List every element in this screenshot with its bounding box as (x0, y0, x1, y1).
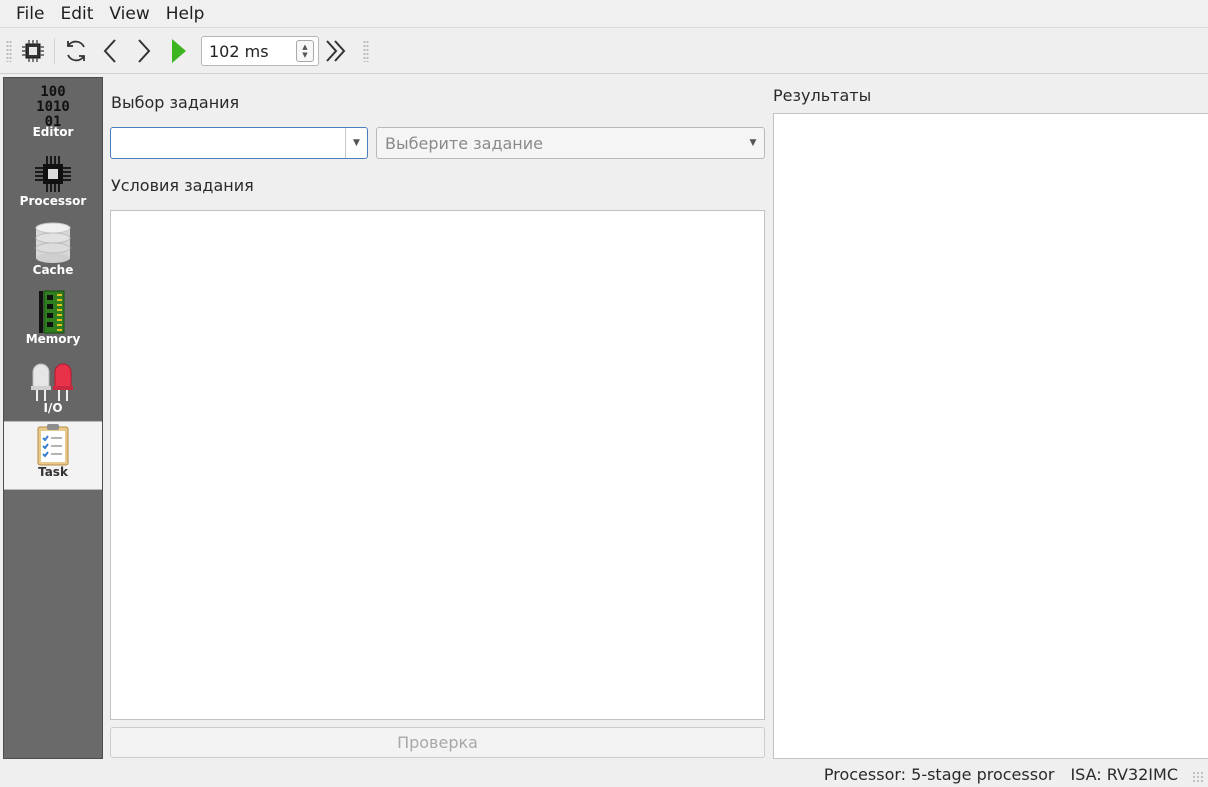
reset-button[interactable] (59, 33, 93, 69)
tab-task[interactable]: Task (4, 421, 102, 490)
task-combo[interactable]: Выберите задание ▼ (376, 127, 765, 159)
results-label: Результаты (773, 86, 872, 105)
step-back-icon (103, 39, 116, 63)
tab-io[interactable]: I/O (4, 358, 102, 427)
status-bar: Processor: 5-stage processor ISA: RV32IM… (0, 762, 1208, 787)
toolbar: ▲ ▼ (0, 29, 1208, 74)
main-window: File Edit View Help 102 ms ▲ ▼ 100 1010 … (0, 0, 1208, 787)
fast-forward-icon (326, 40, 346, 62)
task-select-label: Выбор задания (111, 93, 240, 112)
toolbar-grip-end[interactable] (363, 40, 369, 62)
tab-processor[interactable]: Processor (4, 151, 102, 220)
menu-view[interactable]: View (101, 0, 157, 28)
binary-editor-icon: 100 1010 01 (31, 82, 75, 128)
tab-editor-label: Editor (32, 125, 74, 139)
speed-spin-arrows[interactable]: ▲ ▼ (296, 40, 314, 62)
tab-memory[interactable]: Memory (4, 289, 102, 358)
check-button[interactable]: Проверка (110, 727, 765, 758)
step-forward-icon (138, 39, 151, 63)
processor-icon (22, 40, 44, 62)
menu-help[interactable]: Help (158, 0, 213, 28)
task-category-combo[interactable]: ▼ (110, 127, 368, 159)
side-tab-bar: 100 1010 01 Editor Processor Cache Memor… (3, 77, 103, 759)
menu-edit[interactable]: Edit (52, 0, 101, 28)
tab-io-label: I/O (43, 401, 63, 415)
task-conditions-label: Условия задания (111, 176, 254, 195)
tab-cache[interactable]: Cache (4, 220, 102, 289)
tab-processor-label: Processor (19, 194, 87, 208)
chevron-down-icon[interactable]: ▼ (345, 128, 367, 158)
ram-module-icon (38, 289, 68, 335)
step-forward-button[interactable] (127, 33, 161, 69)
clipboard-checklist-icon (36, 422, 70, 468)
run-button[interactable] (161, 33, 195, 69)
tab-task-label: Task (38, 465, 68, 479)
select-processor-button[interactable] (16, 33, 50, 69)
run-icon (172, 39, 186, 63)
tab-memory-label: Memory (25, 332, 81, 346)
results-panel[interactable] (773, 113, 1208, 759)
menu-bar: File Edit View Help (0, 0, 1208, 28)
status-processor: Processor: 5-stage processor (823, 765, 1055, 784)
status-isa: ISA: RV32IMC (1070, 765, 1178, 784)
toolbar-grip[interactable] (6, 40, 12, 62)
step-back-button[interactable] (93, 33, 127, 69)
reset-icon (67, 40, 85, 62)
tab-cache-label: Cache (32, 263, 74, 277)
database-icon (33, 220, 73, 266)
speed-input[interactable] (202, 38, 296, 64)
chevron-down-icon[interactable]: ▼ (742, 128, 764, 158)
task-conditions-panel[interactable] (110, 210, 765, 720)
chip-icon (33, 151, 73, 197)
svg-text:1010: 1010 (36, 99, 70, 115)
size-grip[interactable] (1192, 771, 1204, 783)
task-combo-placeholder: Выберите задание (385, 133, 544, 153)
toolbar-separator (54, 38, 55, 64)
spin-down-icon[interactable]: ▼ (302, 51, 307, 59)
speed-spinbox[interactable]: ▲ ▼ (201, 36, 319, 66)
spin-up-icon[interactable]: ▲ (302, 43, 307, 51)
tab-editor[interactable]: 100 1010 01 Editor (4, 82, 102, 151)
svg-text:100: 100 (40, 84, 65, 100)
menu-file[interactable]: File (8, 0, 52, 28)
led-icon (29, 358, 77, 404)
fast-forward-button[interactable] (319, 33, 353, 69)
